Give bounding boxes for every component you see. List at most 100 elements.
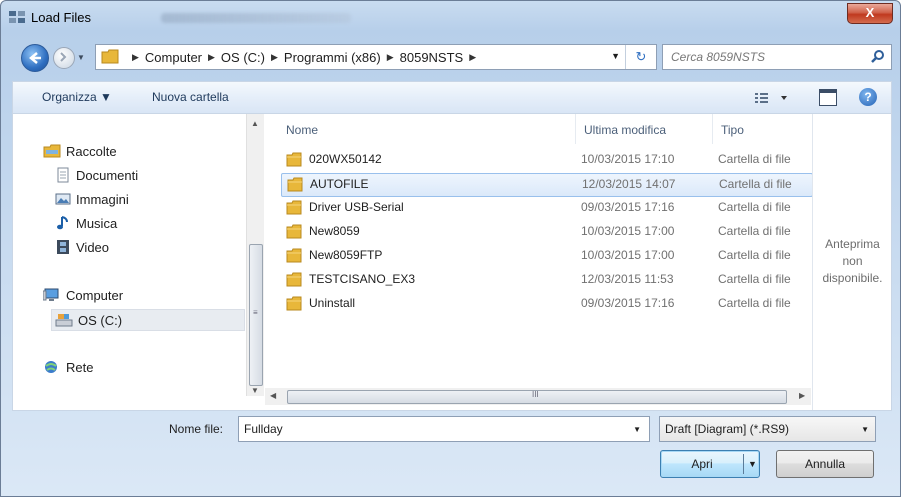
chevron-down-icon[interactable]: ▼ bbox=[861, 425, 869, 434]
crumb-drive[interactable]: OS (C:) bbox=[221, 50, 265, 65]
preview-line: disponibile. bbox=[822, 271, 883, 285]
cancel-button[interactable]: Annulla bbox=[776, 450, 874, 478]
help-icon[interactable]: ? bbox=[859, 88, 877, 106]
load-files-dialog: Load Files X ▼ ▶ Computer ▶ OS (C:) ▶ Pr… bbox=[0, 0, 901, 497]
title-bar[interactable]: Load Files X bbox=[1, 1, 900, 35]
back-button[interactable] bbox=[21, 44, 49, 72]
file-date: 10/03/2015 17:10 bbox=[581, 152, 675, 166]
content-area: Raccolte Documenti Immagini Musica Video… bbox=[12, 113, 892, 411]
nav-item-music[interactable]: Musica bbox=[55, 213, 117, 233]
folder-icon bbox=[286, 200, 302, 215]
organize-button[interactable]: Organizza ▼ bbox=[42, 90, 112, 104]
nav-item-drive[interactable]: OS (C:) bbox=[51, 309, 245, 331]
search-icon[interactable] bbox=[871, 49, 885, 63]
nav-label: Immagini bbox=[76, 191, 129, 207]
address-dropdown-icon[interactable]: ▼ bbox=[611, 51, 620, 61]
window-title: Load Files bbox=[31, 10, 91, 25]
file-row[interactable]: New8059FTP 10/03/2015 17:00 Cartella di fi… bbox=[281, 245, 811, 267]
file-row[interactable]: TESTCISANO_EX3 12/03/2015 11:53 Cartella d… bbox=[281, 269, 811, 291]
preview-pane-icon[interactable] bbox=[819, 89, 837, 106]
file-type-value: Draft [Diagram] (*.RS9) bbox=[665, 422, 790, 436]
nav-item-computer[interactable]: Computer bbox=[43, 285, 123, 305]
forward-button[interactable] bbox=[53, 47, 75, 69]
search-input[interactable]: Cerca 8059NSTS bbox=[662, 44, 892, 70]
open-options-icon[interactable]: ▼ bbox=[748, 451, 757, 477]
open-label: Apri bbox=[691, 457, 713, 471]
column-header-name[interactable]: Nome bbox=[286, 123, 318, 137]
nav-label: OS (C:) bbox=[78, 312, 123, 328]
file-date: 12/03/2015 11:53 bbox=[581, 272, 674, 286]
crumb-separator[interactable]: ▶ bbox=[387, 52, 394, 63]
folder-icon bbox=[286, 224, 302, 239]
file-date: 09/03/2015 17:16 bbox=[581, 200, 675, 214]
new-folder-button[interactable]: Nuova cartella bbox=[152, 90, 229, 104]
forward-arrow-icon bbox=[60, 52, 67, 62]
file-row[interactable]: AUTOFILE 12/03/2015 14:07 Cartella di file bbox=[281, 173, 813, 197]
file-name: New8059 bbox=[309, 224, 360, 238]
pictures-icon bbox=[55, 193, 71, 205]
file-row[interactable]: New8059 10/03/2015 17:00 Cartella di file bbox=[281, 221, 811, 243]
file-row[interactable]: Driver USB-Serial 09/03/2015 17:16 Cartell… bbox=[281, 197, 811, 219]
file-row[interactable]: 020WX50142 10/03/2015 17:10 Cartella di fi… bbox=[281, 149, 811, 171]
column-header-type[interactable]: Tipo bbox=[721, 123, 744, 137]
nav-item-network[interactable]: Rete bbox=[43, 357, 93, 377]
computer-icon bbox=[43, 288, 59, 301]
nav-label: Raccolte bbox=[66, 143, 117, 159]
folder-icon bbox=[286, 248, 302, 263]
scrollbar-thumb[interactable]: ≡ bbox=[249, 244, 263, 386]
column-divider[interactable] bbox=[712, 114, 713, 144]
chevron-down-icon[interactable]: ▼ bbox=[633, 425, 641, 434]
scroll-left-icon[interactable]: ◀ bbox=[270, 391, 276, 400]
nav-item-video[interactable]: Video bbox=[55, 237, 109, 257]
nav-item-documents[interactable]: Documenti bbox=[55, 165, 138, 185]
preview-message: Anteprima non disponibile. bbox=[813, 236, 892, 287]
crumb-current[interactable]: 8059NSTS bbox=[400, 50, 464, 65]
address-row: ▼ ▶ Computer ▶ OS (C:) ▶ Programmi (x86)… bbox=[1, 35, 900, 77]
folder-icon bbox=[286, 296, 302, 311]
libraries-icon bbox=[43, 144, 61, 158]
preview-line: Anteprima bbox=[825, 237, 880, 251]
scroll-right-icon[interactable]: ▶ bbox=[799, 391, 805, 400]
crumb-computer[interactable]: Computer bbox=[145, 50, 202, 65]
filename-label: Nome file: bbox=[169, 422, 224, 436]
address-bar[interactable]: ▶ Computer ▶ OS (C:) ▶ Programmi (x86) ▶… bbox=[95, 44, 657, 70]
crumb-separator[interactable]: ▶ bbox=[469, 52, 476, 63]
preview-pane: Anteprima non disponibile. bbox=[812, 114, 892, 410]
file-list: Nome Ultima modifica Tipo 020WX50142 10/0… bbox=[265, 114, 813, 410]
horizontal-scrollbar[interactable]: ◀ III ▶ bbox=[265, 388, 811, 405]
file-type-select[interactable]: Draft [Diagram] (*.RS9) ▼ bbox=[659, 416, 876, 442]
scroll-down-icon[interactable]: ▼ bbox=[251, 386, 259, 395]
navigation-pane: Raccolte Documenti Immagini Musica Video… bbox=[13, 114, 245, 410]
breadcrumb: ▶ Computer ▶ OS (C:) ▶ Programmi (x86) ▶… bbox=[126, 45, 482, 69]
file-type: Cartella di file bbox=[719, 177, 792, 191]
filename-field[interactable]: Fullday ▼ bbox=[238, 416, 650, 442]
scroll-up-icon[interactable]: ▲ bbox=[251, 119, 259, 128]
video-icon bbox=[57, 240, 69, 254]
crumb-separator[interactable]: ▶ bbox=[132, 52, 139, 63]
file-date: 12/03/2015 14:07 bbox=[582, 177, 676, 191]
file-date: 10/03/2015 17:00 bbox=[581, 224, 675, 238]
split-divider bbox=[743, 454, 744, 474]
nav-vertical-scrollbar[interactable]: ▲ ≡ ▼ bbox=[246, 114, 264, 396]
file-type: Cartella di file bbox=[718, 272, 791, 286]
open-button[interactable]: Apri ▼ bbox=[660, 450, 760, 478]
file-type: Cartella di file bbox=[718, 152, 791, 166]
column-header-modified[interactable]: Ultima modifica bbox=[584, 123, 666, 137]
column-divider[interactable] bbox=[575, 114, 576, 144]
nav-item-pictures[interactable]: Immagini bbox=[55, 189, 129, 209]
network-icon bbox=[45, 361, 57, 373]
file-name: New8059FTP bbox=[309, 248, 383, 262]
scrollbar-thumb[interactable]: III bbox=[287, 390, 787, 404]
nav-item-libraries[interactable]: Raccolte bbox=[43, 141, 117, 161]
nav-label: Rete bbox=[66, 359, 94, 375]
crumb-separator[interactable]: ▶ bbox=[271, 52, 278, 63]
refresh-icon[interactable]: ↻ bbox=[625, 45, 656, 69]
command-bar: Organizza ▼ Nuova cartella ? bbox=[12, 81, 892, 114]
recent-pages-dropdown[interactable]: ▼ bbox=[77, 53, 85, 62]
filename-value: Fullday bbox=[244, 422, 283, 436]
crumb-programs[interactable]: Programmi (x86) bbox=[284, 50, 381, 65]
close-button[interactable]: X bbox=[847, 3, 893, 24]
change-view-icon[interactable] bbox=[753, 91, 791, 105]
file-row[interactable]: Uninstall 09/03/2015 17:16 Cartella di fil… bbox=[281, 293, 811, 315]
crumb-separator[interactable]: ▶ bbox=[208, 52, 215, 63]
